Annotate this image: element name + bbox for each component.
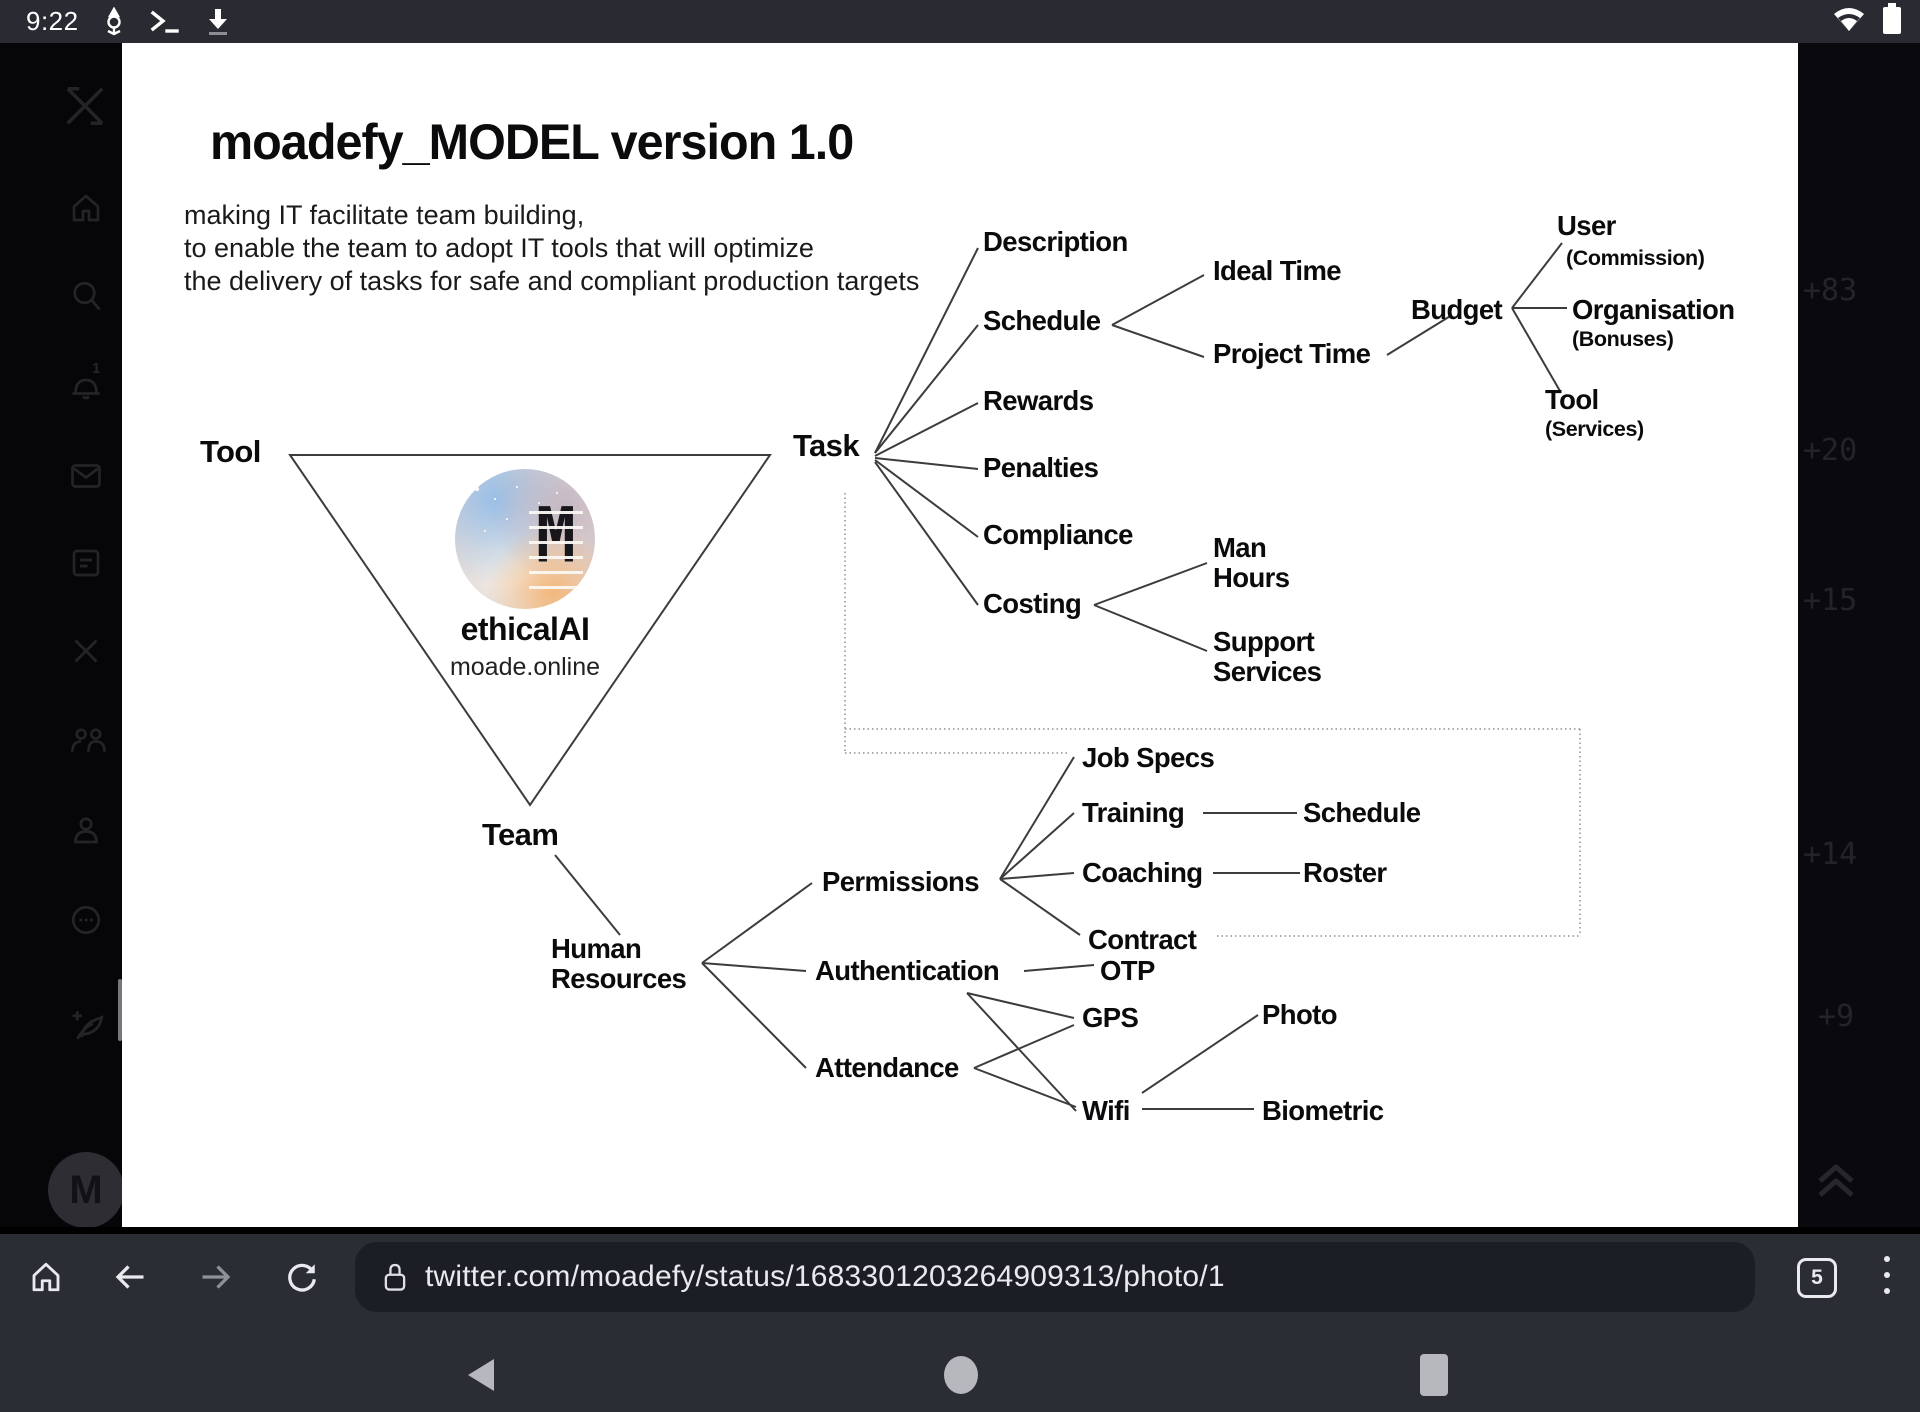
brand-site: moade.online [435, 653, 615, 682]
count-likes: +20 [1803, 433, 1857, 468]
home-icon[interactable] [68, 190, 104, 226]
ethicalai-logo: M [455, 469, 595, 609]
more-icon[interactable] [68, 902, 104, 938]
node-biometric: Biometric [1262, 1096, 1383, 1126]
node-man-hours: Man Hours [1213, 533, 1289, 592]
chevron-double-up-icon[interactable] [1814, 1161, 1858, 1206]
brand-name: ethicalAI [435, 611, 615, 648]
node-description: Description [983, 227, 1128, 257]
node-wifi: Wifi [1082, 1096, 1130, 1126]
node-compliance: Compliance [983, 520, 1133, 550]
node-task: Task [793, 429, 859, 462]
terminal-icon [149, 8, 183, 36]
url-text: twitter.com/moadefy/status/1683301203264… [425, 1260, 1225, 1294]
node-job-specs: Job Specs [1082, 743, 1214, 773]
forward-icon[interactable] [198, 1259, 234, 1295]
node-human-resources: Human Resources [551, 934, 686, 993]
node-tool: Tool [200, 435, 261, 468]
x-logo-icon[interactable] [62, 83, 98, 119]
diagram-title: moadefy_MODEL version 1.0 [210, 113, 853, 171]
node-user-commission: (Commission) [1566, 247, 1705, 270]
node-gps: GPS [1082, 1003, 1138, 1033]
count-replies: +15 [1803, 583, 1857, 618]
node-schedule: Schedule [983, 306, 1100, 336]
search-icon[interactable] [68, 278, 104, 314]
nav-back-button[interactable] [468, 1359, 494, 1391]
node-training: Training [1082, 798, 1184, 828]
nav-home-button[interactable] [944, 1356, 978, 1394]
clock: 9:22 [26, 6, 79, 37]
node-budget: Budget [1411, 295, 1502, 325]
wifi-icon [1832, 5, 1866, 38]
premium-x-icon[interactable] [68, 633, 104, 669]
logo-stripes [529, 499, 583, 591]
node-penalties: Penalties [983, 453, 1098, 483]
account-avatar[interactable]: M [48, 1152, 124, 1228]
node-organisation-bonuses: (Bonuses) [1572, 328, 1674, 351]
status-bar: 9:22 [0, 0, 1920, 43]
download-icon [205, 7, 231, 37]
nav-recents-button[interactable] [1420, 1354, 1448, 1396]
browser-chrome: twitter.com/moadefy/status/1683301203264… [0, 1234, 1920, 1412]
node-tool-services-sub: (Services) [1545, 418, 1644, 441]
battery-icon [1882, 3, 1902, 40]
count-reposts: +83 [1803, 273, 1857, 308]
node-authentication: Authentication [815, 956, 999, 986]
logo-stars [475, 487, 479, 491]
node-attendance: Attendance [815, 1053, 959, 1083]
communities-icon[interactable] [68, 722, 104, 758]
android-nav-bar [0, 1338, 1920, 1412]
tweet-photo[interactable]: moadefy_MODEL version 1.0 making IT faci… [122, 43, 1798, 1227]
compose-icon[interactable] [68, 1005, 104, 1041]
node-project-time: Project Time [1213, 339, 1370, 369]
node-tool-services: Tool [1545, 385, 1599, 415]
browser-home-icon[interactable] [28, 1259, 64, 1295]
url-bar[interactable]: twitter.com/moadefy/status/1683301203264… [355, 1242, 1755, 1312]
lock-icon [381, 1261, 409, 1293]
node-photo: Photo [1262, 1000, 1337, 1030]
node-user: User [1557, 211, 1616, 241]
node-contract: Contract [1088, 925, 1196, 955]
x-app-sidebar: 1 M [0, 43, 122, 1227]
node-ideal-time: Ideal Time [1213, 256, 1341, 286]
diagram-subtitle: making IT facilitate team building, to e… [184, 199, 919, 298]
node-team: Team [482, 818, 558, 851]
node-support-services: Support Services [1213, 627, 1321, 686]
node-organisation: Organisation [1572, 295, 1734, 325]
lists-icon[interactable] [68, 545, 104, 581]
engagement-strip: +83 +20 +15 +14 +9 [1798, 43, 1920, 1227]
photo-gap [0, 1227, 1920, 1234]
node-training-schedule: Schedule [1303, 798, 1420, 828]
node-rewards: Rewards [983, 386, 1093, 416]
usb-icon [101, 7, 127, 37]
node-permissions: Permissions [822, 867, 979, 897]
back-icon[interactable] [112, 1259, 148, 1295]
node-roster: Roster [1303, 858, 1387, 888]
messages-icon[interactable] [68, 458, 104, 494]
profile-icon[interactable] [68, 812, 104, 848]
refresh-icon[interactable] [284, 1259, 320, 1295]
overflow-menu-icon[interactable] [1884, 1256, 1890, 1304]
count-bookmarks: +14 [1803, 837, 1857, 872]
node-coaching: Coaching [1082, 858, 1202, 888]
count-shares: +9 [1818, 999, 1854, 1034]
notifications-bell-icon[interactable]: 1 [68, 368, 104, 404]
node-otp: OTP [1100, 956, 1155, 986]
node-costing: Costing [983, 589, 1081, 619]
tab-counter[interactable]: 5 [1797, 1258, 1837, 1298]
notification-badge: 1 [92, 360, 100, 377]
